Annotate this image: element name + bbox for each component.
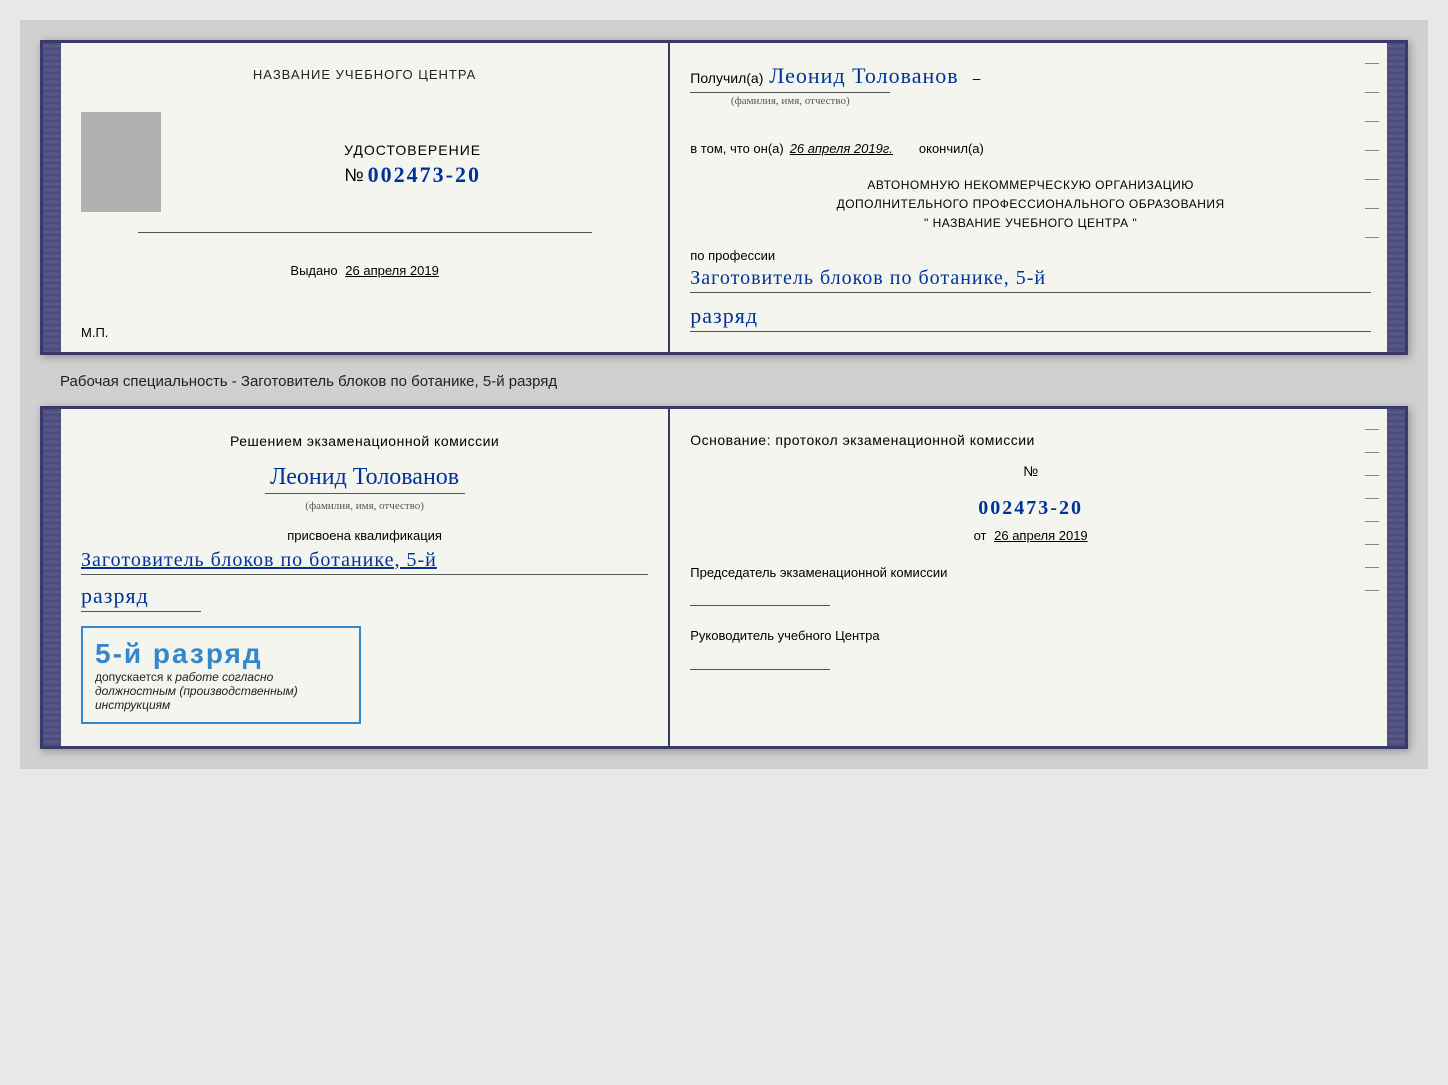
vtom-date: 26 апреля 2019г. (790, 141, 893, 156)
top-certificate-book: НАЗВАНИЕ УЧЕБНОГО ЦЕНТРА УДОСТОВЕРЕНИЕ №… (40, 40, 1408, 355)
razryad-text: разряд (690, 303, 1371, 332)
bottom-deco-6 (1365, 544, 1379, 545)
bottom-deco-4 (1365, 498, 1379, 499)
profession-text: Заготовитель блоков по ботанике, 5-й (690, 267, 1371, 293)
bottom-book-spine-left (43, 409, 61, 746)
avt-line2: ДОПОЛНИТЕЛЬНОГО ПРОФЕССИОНАЛЬНОГО ОБРАЗО… (690, 195, 1371, 214)
prisvoena-text: присвоена квалификация (81, 528, 648, 543)
top-cert-left-page: НАЗВАНИЕ УЧЕБНОГО ЦЕНТРА УДОСТОВЕРЕНИЕ №… (61, 43, 670, 352)
deco-dash-7 (1365, 237, 1379, 238)
deco-dash-5 (1365, 179, 1379, 180)
qualification-text: Заготовитель блоков по ботанике, 5-й (81, 549, 648, 575)
fio-text: (фамилия, имя, отчество) (690, 92, 890, 107)
avt-org-block: АВТОНОМНУЮ НЕКОММЕРЧЕСКУЮ ОРГАНИЗАЦИЮ ДО… (690, 176, 1371, 234)
bottom-deco-3 (1365, 475, 1379, 476)
top-cert-right-page: Получил(а) Леонид Толованов – (фамилия, … (670, 43, 1387, 352)
person-name-bottom-block: Леонид Толованов (фамилия, имя, отчество… (81, 460, 648, 512)
ot-date: 26 апреля 2019 (994, 528, 1088, 543)
vtom-row: в том, что он(а) 26 апреля 2019г. окончи… (690, 123, 1371, 162)
ot-prefix: от (974, 528, 987, 543)
razryad2-text: разряд (81, 583, 201, 612)
bottom-deco-2 (1365, 452, 1379, 453)
bottom-book-spine-right (1387, 409, 1405, 746)
vydano-date: 26 апреля 2019 (345, 263, 439, 278)
predsedatel-signature-line (690, 588, 830, 606)
deco-dash-4 (1365, 150, 1379, 151)
osnovanie-text: Основание: протокол экзаменационной коми… (690, 429, 1371, 451)
mp-label: М.П. (81, 325, 108, 340)
vydano-line: Выдано 26 апреля 2019 (81, 263, 648, 278)
protocol-number: 002473-20 (690, 497, 1371, 520)
bottom-deco-5 (1365, 521, 1379, 522)
bottom-cert-left-page: Решением экзаменационной комиссии Леонид… (61, 409, 670, 746)
rukovoditel-block: Руководитель учебного Центра (690, 626, 1371, 670)
predsedatel-block: Председатель экзаменационной комиссии (690, 563, 1371, 607)
po-professii-label: по профессии (690, 248, 1371, 263)
page-wrapper: НАЗВАНИЕ УЧЕБНОГО ЦЕНТРА УДОСТОВЕРЕНИЕ №… (20, 20, 1428, 769)
ot-line: от 26 апреля 2019 (690, 528, 1371, 543)
person-name-bottom: Леонид Толованов (265, 464, 465, 494)
cert-number-block: УДОСТОВЕРЕНИЕ № 002473-20 (177, 122, 648, 188)
rukovoditel-label: Руководитель учебного Центра (690, 626, 1371, 646)
protocol-number-block: № 002473-20 (690, 463, 1371, 520)
vtom-prefix: в том, что он(а) (690, 141, 783, 156)
bottom-cert-right-page: Основание: протокол экзаменационной коми… (670, 409, 1387, 746)
stamp-box: 5-й разряд допускается к работе согласно… (81, 626, 361, 724)
bottom-decorative-lines (1365, 429, 1379, 591)
predsedatel-label: Председатель экзаменационной комиссии (690, 563, 1371, 583)
stamp-grade: 5-й разряд (95, 638, 347, 670)
cert-number: 002473-20 (368, 162, 481, 188)
bottom-deco-1 (1365, 429, 1379, 430)
bottom-deco-8 (1365, 590, 1379, 591)
bottom-certificate-book: Решением экзаменационной комиссии Леонид… (40, 406, 1408, 749)
bottom-deco-7 (1365, 567, 1379, 568)
deco-dash-3 (1365, 121, 1379, 122)
udost-label: УДОСТОВЕРЕНИЕ (177, 142, 648, 158)
top-cert-heading: НАЗВАНИЕ УЧЕБНОГО ЦЕНТРА (81, 67, 648, 82)
avt-line1: АВТОНОМНУЮ НЕКОММЕРЧЕСКУЮ ОРГАНИЗАЦИЮ (690, 176, 1371, 195)
person-name-top: Леонид Толованов (769, 63, 958, 89)
stamp-dopuskaetsya: допускается к работе согласно должностны… (95, 670, 347, 712)
number-prefix: № (344, 165, 363, 186)
book-spine-right (1387, 43, 1405, 352)
specialty-label: Рабочая специальность - Заготовитель бло… (60, 373, 1408, 390)
deco-dash-2 (1365, 92, 1379, 93)
book-spine-left (43, 43, 61, 352)
avt-line3: " НАЗВАНИЕ УЧЕБНОГО ЦЕНТРА " (690, 214, 1371, 233)
photo-placeholder (81, 112, 161, 212)
separator-line (138, 232, 592, 233)
resheniem-text: Решением экзаменационной комиссии (81, 431, 648, 452)
okoncil-label: окончил(а) (919, 141, 984, 156)
vydano-label: Выдано (290, 263, 337, 278)
deco-dash-1 (1365, 63, 1379, 64)
poluchil-label: Получил(а) (690, 70, 763, 86)
deco-dash-6 (1365, 208, 1379, 209)
stamp-dopuskaetsya-text: допускается к (95, 670, 172, 684)
fio-label-bottom: (фамилия, имя, отчество) (305, 500, 424, 512)
rukovoditel-signature-line (690, 652, 830, 670)
decorative-lines (1365, 63, 1379, 238)
fio-label-top: (фамилия, имя, отчество) (690, 92, 1371, 107)
poluchil-row: Получил(а) Леонид Толованов – (690, 63, 1371, 90)
number-prefix-bottom: № (1023, 463, 1038, 479)
